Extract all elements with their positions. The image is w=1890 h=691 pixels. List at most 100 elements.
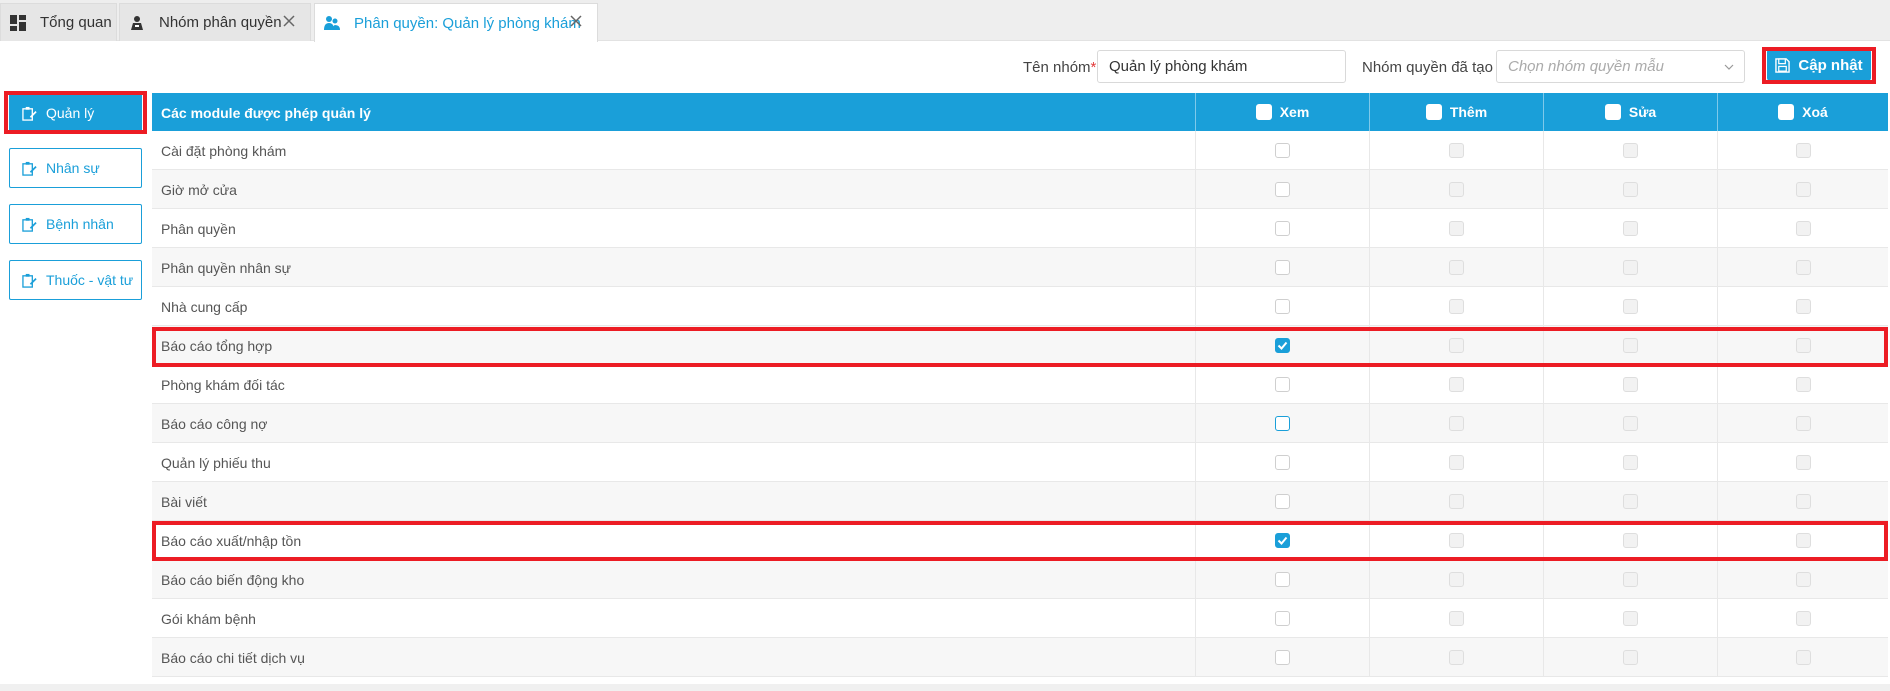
template-select[interactable]: Chọn nhóm quyền mẫu <box>1496 50 1745 83</box>
cell-add <box>1369 404 1543 443</box>
view-checkbox[interactable] <box>1275 416 1290 431</box>
view-checkbox[interactable] <box>1275 338 1290 353</box>
row-module-name: Phân quyền <box>161 221 236 237</box>
cell-delete <box>1717 287 1888 326</box>
sidebar-item-medicine[interactable]: Thuốc - vật tư <box>9 260 142 300</box>
clipboard-edit-icon <box>22 273 37 288</box>
select-all-edit-checkbox[interactable] <box>1604 104 1621 120</box>
sidebar-item-label: Quản lý <box>46 105 95 121</box>
header-delete-label: Xoá <box>1802 104 1828 120</box>
clipboard-edit-icon <box>22 106 37 121</box>
view-checkbox[interactable] <box>1275 221 1290 236</box>
row-module-name: Báo cáo xuất/nhập tồn <box>161 533 302 549</box>
cell-view <box>1195 443 1369 482</box>
cell-view <box>1195 560 1369 599</box>
cell-delete <box>1717 638 1888 677</box>
view-checkbox[interactable] <box>1275 143 1290 158</box>
table-row: Phòng khám đối tác <box>152 365 1888 404</box>
table-row: Phân quyền <box>152 209 1888 248</box>
cell-edit <box>1543 365 1717 404</box>
edit-checkbox <box>1623 182 1638 197</box>
cell-view <box>1195 209 1369 248</box>
cell-delete <box>1717 209 1888 248</box>
view-checkbox[interactable] <box>1275 377 1290 392</box>
cell-view <box>1195 131 1369 170</box>
tab-permission-clinic-manager[interactable]: Phân quyền: Quản lý phòng khám <box>314 3 598 42</box>
edit-checkbox <box>1623 143 1638 158</box>
view-checkbox[interactable] <box>1275 611 1290 626</box>
clipboard-edit-icon <box>22 217 37 232</box>
view-checkbox[interactable] <box>1275 533 1290 548</box>
check-icon <box>1277 536 1288 545</box>
select-all-add-checkbox[interactable] <box>1425 104 1442 120</box>
cell-delete <box>1717 404 1888 443</box>
edit-checkbox <box>1623 338 1638 353</box>
add-checkbox <box>1449 455 1464 470</box>
cell-view <box>1195 521 1369 560</box>
view-checkbox[interactable] <box>1275 299 1290 314</box>
add-checkbox <box>1449 572 1464 587</box>
table-row: Báo cáo biến động kho <box>152 560 1888 599</box>
table-row: Bài viết <box>152 482 1888 521</box>
group-name-label: Tên nhóm* <box>1023 59 1097 76</box>
users-icon <box>324 16 340 30</box>
cell-view <box>1195 365 1369 404</box>
sidebar-item-label: Nhân sự <box>46 160 100 176</box>
update-label: Cập nhật <box>1798 56 1863 74</box>
sidebar-item-staff[interactable]: Nhân sự <box>9 148 142 188</box>
add-checkbox <box>1449 533 1464 548</box>
cell-view <box>1195 170 1369 209</box>
cell-delete <box>1717 482 1888 521</box>
row-module-name: Quản lý phiếu thu <box>161 455 271 471</box>
add-checkbox <box>1449 143 1464 158</box>
cell-add <box>1369 209 1543 248</box>
cell-edit <box>1543 521 1717 560</box>
tab-permission-groups[interactable]: Nhóm phân quyền <box>119 3 311 41</box>
tab-overview[interactable]: Tổng quan <box>0 3 117 41</box>
form-bar: Tên nhóm* Quản lý phòng khám Nhóm quyền … <box>0 50 1890 84</box>
sidebar-item-manage[interactable]: Quản lý <box>9 93 142 133</box>
cell-delete <box>1717 599 1888 638</box>
sidebar-item-patients[interactable]: Bệnh nhân <box>9 204 142 244</box>
row-module-name: Báo cáo tổng hợp <box>161 338 273 354</box>
delete-checkbox <box>1796 143 1811 158</box>
close-icon[interactable] <box>282 14 296 28</box>
delete-checkbox <box>1796 572 1811 587</box>
cell-edit <box>1543 287 1717 326</box>
dashboard-icon <box>10 14 26 31</box>
view-checkbox[interactable] <box>1275 182 1290 197</box>
select-all-delete-checkbox[interactable] <box>1778 104 1795 120</box>
group-name-input[interactable]: Quản lý phòng khám <box>1097 50 1346 83</box>
cell-add <box>1369 248 1543 287</box>
cell-add <box>1369 560 1543 599</box>
add-checkbox <box>1449 338 1464 353</box>
cell-edit <box>1543 326 1717 365</box>
row-module-name: Bài viết <box>161 494 207 510</box>
delete-checkbox <box>1796 221 1811 236</box>
cell-delete <box>1717 443 1888 482</box>
table-header: Các module được phép quản lý Xem Thêm Sử… <box>152 93 1888 131</box>
sidebar-item-label: Thuốc - vật tư <box>46 272 134 288</box>
template-label: Nhóm quyền đã tạo : <box>1362 59 1502 76</box>
close-icon[interactable] <box>569 14 583 28</box>
row-module-name: Phòng khám đối tác <box>161 377 285 393</box>
view-checkbox[interactable] <box>1275 494 1290 509</box>
update-button[interactable]: Cập nhật <box>1767 49 1871 81</box>
clipboard-edit-icon <box>22 161 37 176</box>
view-checkbox[interactable] <box>1275 572 1290 587</box>
cell-view <box>1195 482 1369 521</box>
table-row: Báo cáo công nợ <box>152 404 1888 443</box>
add-checkbox <box>1449 650 1464 665</box>
row-module-name: Báo cáo biến động kho <box>161 572 305 588</box>
view-checkbox[interactable] <box>1275 260 1290 275</box>
view-checkbox[interactable] <box>1275 650 1290 665</box>
cell-edit <box>1543 170 1717 209</box>
table-row: Báo cáo tổng hợp <box>152 326 1888 365</box>
delete-checkbox <box>1796 299 1811 314</box>
select-all-view-checkbox[interactable] <box>1255 104 1272 120</box>
view-checkbox[interactable] <box>1275 455 1290 470</box>
cell-edit <box>1543 560 1717 599</box>
cell-add <box>1369 326 1543 365</box>
delete-checkbox <box>1796 494 1811 509</box>
cell-view <box>1195 638 1369 677</box>
